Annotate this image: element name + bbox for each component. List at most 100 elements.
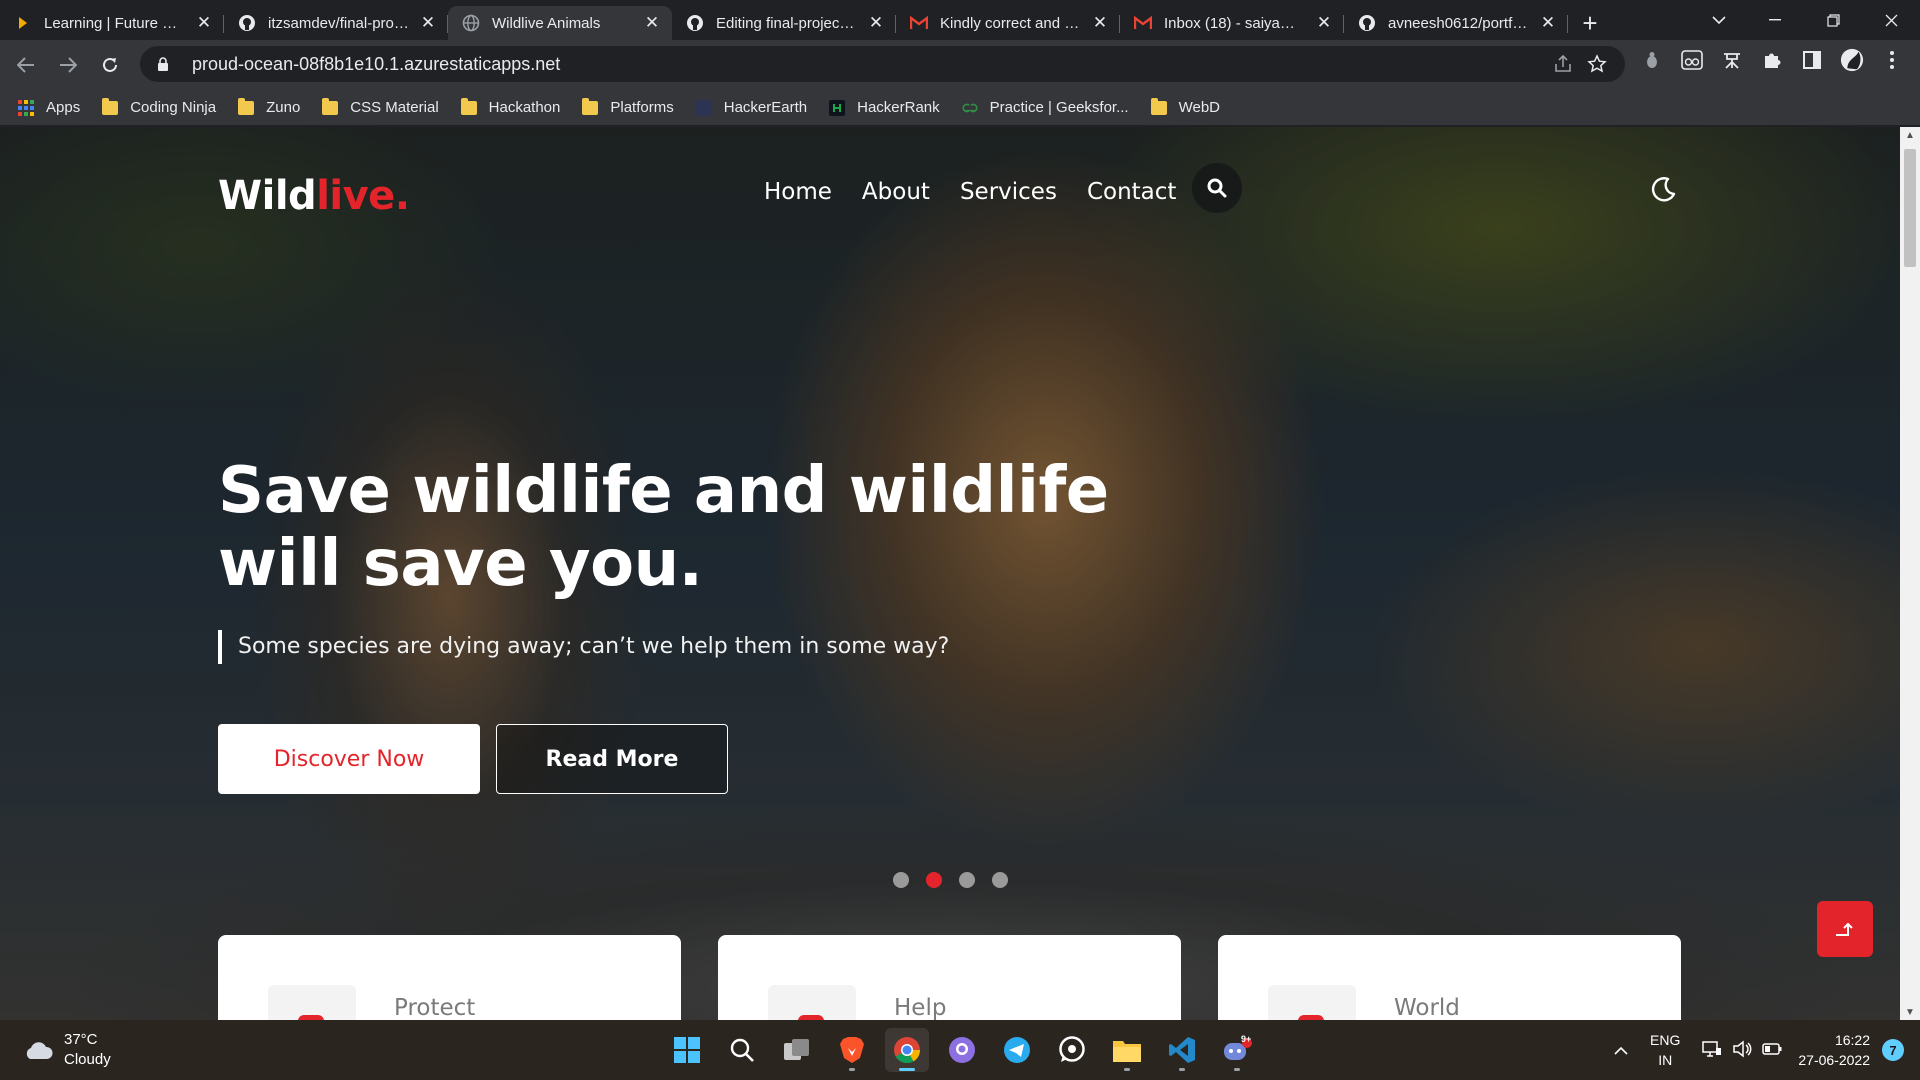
bookmark-apps[interactable]: Apps <box>18 99 80 116</box>
puzzle-extensions-icon[interactable] <box>1760 48 1784 72</box>
slider-dot[interactable] <box>992 872 1008 888</box>
bookmark-label: HackerEarth <box>723 99 808 116</box>
close-icon[interactable]: ✕ <box>1538 13 1558 33</box>
close-icon[interactable]: ✕ <box>194 13 214 33</box>
close-icon[interactable]: ✕ <box>866 13 886 33</box>
lock-icon[interactable] <box>156 56 172 72</box>
github-desktop-icon[interactable] <box>940 1028 984 1072</box>
discord-badge: 9+ <box>1241 1034 1252 1044</box>
card-title: Protect <box>394 995 476 1020</box>
slider-dot-active[interactable] <box>926 872 942 888</box>
browser-tab[interactable]: Inbox (18) - saiyam.03 ✕ <box>1120 6 1344 40</box>
bookmark-folder[interactable]: CSS Material <box>322 97 439 116</box>
battery-icon[interactable] <box>1762 1042 1782 1058</box>
hero-headline: Save wildlife and wildlife will save you… <box>218 455 1118 601</box>
task-view-icon[interactable] <box>775 1028 819 1072</box>
browser-tab[interactable]: Kindly correct and resubmit ✕ <box>896 6 1120 40</box>
bookmark-link[interactable]: Practice | Geeksfor... <box>962 99 1129 116</box>
volume-icon[interactable] <box>1732 1039 1752 1061</box>
extension-icon[interactable] <box>1680 48 1704 72</box>
feature-card-help[interactable]: Help <box>718 935 1181 1020</box>
future-ready-icon <box>14 14 32 32</box>
whatsapp-icon[interactable] <box>1050 1028 1094 1072</box>
bookmark-folder[interactable]: Platforms <box>582 97 674 116</box>
input-language[interactable]: ENG IN <box>1650 1030 1680 1070</box>
bookmark-folder[interactable]: WebD <box>1150 97 1220 116</box>
start-icon[interactable] <box>665 1028 709 1072</box>
feature-card-protect[interactable]: Protect <box>218 935 681 1020</box>
bookmark-link[interactable]: HackerEarth <box>695 99 808 116</box>
bookmark-star-icon[interactable] <box>1587 54 1607 79</box>
clock-date: 27-06-2022 <box>1798 1052 1870 1068</box>
scroll-up-arrow-icon[interactable]: ▲ <box>1900 127 1920 143</box>
side-panel-icon[interactable] <box>1800 48 1824 72</box>
browser-tab[interactable]: Learning | Future Ready ✕ <box>0 6 224 40</box>
slider-dot[interactable] <box>959 872 975 888</box>
browser-tab[interactable]: Editing final-project/README ✕ <box>672 6 896 40</box>
search-icon[interactable] <box>720 1028 764 1072</box>
slider-dot[interactable] <box>893 872 909 888</box>
scroll-down-arrow-icon[interactable]: ▼ <box>1900 1004 1920 1020</box>
browser-tab[interactable]: avneesh0612/portfolio ✕ <box>1344 6 1568 40</box>
taskbar-apps: 9+ <box>665 1028 1259 1072</box>
scrollbar-thumb[interactable] <box>1904 149 1916 267</box>
extension-icon[interactable] <box>1720 48 1744 72</box>
close-window-icon[interactable] <box>1862 0 1920 40</box>
nav-services[interactable]: Services <box>960 179 1057 205</box>
cloud-icon <box>26 1042 53 1059</box>
apps-grid-icon <box>18 99 34 116</box>
telegram-icon[interactable] <box>995 1028 1039 1072</box>
bookmark-folder[interactable]: Zuno <box>238 97 300 116</box>
nav-about[interactable]: About <box>862 179 930 205</box>
network-icon[interactable] <box>1702 1040 1722 1061</box>
share-icon[interactable] <box>1553 54 1573 79</box>
bookmark-folder[interactable]: Coding Ninja <box>102 97 216 116</box>
back-arrow-icon[interactable] <box>6 45 46 85</box>
card-title: Help <box>894 995 947 1020</box>
hackerrank-icon <box>829 99 846 116</box>
restore-icon[interactable] <box>1804 0 1862 40</box>
close-icon[interactable]: ✕ <box>642 13 662 33</box>
nav-home[interactable]: Home <box>764 179 832 205</box>
search-button[interactable] <box>1192 163 1242 213</box>
chevron-up-icon[interactable] <box>1614 1042 1628 1058</box>
browser-tab-active[interactable]: Wildlive Animals ✕ <box>448 6 672 40</box>
close-icon[interactable]: ✕ <box>1090 13 1110 33</box>
bookmark-link[interactable]: HackerRank <box>829 99 940 116</box>
minimize-icon[interactable] <box>1746 0 1804 40</box>
new-tab-button[interactable]: + <box>1572 6 1608 40</box>
close-icon[interactable]: ✕ <box>1314 13 1334 33</box>
profile-avatar[interactable] <box>1840 48 1864 72</box>
read-more-button[interactable]: Read More <box>496 724 728 794</box>
hero-section: Wildlive. Home About Services Contact Sa… <box>0 127 1900 1020</box>
geeksforgeeks-icon <box>962 100 978 116</box>
notification-badge[interactable]: 7 <box>1882 1039 1904 1061</box>
discover-now-button[interactable]: Discover Now <box>218 724 480 794</box>
file-explorer-icon[interactable] <box>1105 1028 1149 1072</box>
address-bar[interactable]: proud-ocean-08f8b1e10.1.azurestaticapps.… <box>140 46 1625 82</box>
feature-card-world[interactable]: World <box>1218 935 1681 1020</box>
folder-icon <box>238 97 255 115</box>
forward-arrow-icon[interactable] <box>48 45 88 85</box>
scroll-to-top-button[interactable] <box>1817 901 1873 957</box>
brave-icon[interactable] <box>830 1028 874 1072</box>
page-scrollbar[interactable]: ▲ ▼ <box>1900 127 1920 1020</box>
tab-search-chevron-icon[interactable] <box>1702 0 1736 40</box>
browser-tab[interactable]: itzsamdev/final-project ✕ <box>224 6 448 40</box>
close-icon[interactable]: ✕ <box>418 13 438 33</box>
folder-icon <box>102 97 119 115</box>
weather-widget[interactable]: 37°C Cloudy <box>22 1030 111 1070</box>
site-logo[interactable]: Wildlive. <box>218 173 410 219</box>
clock[interactable]: 16:22 27-06-2022 <box>1798 1030 1870 1070</box>
reload-icon[interactable] <box>90 45 130 85</box>
kebab-menu-icon[interactable] <box>1880 48 1904 72</box>
extension-icon[interactable] <box>1640 48 1664 72</box>
nav-contact[interactable]: Contact <box>1087 179 1176 205</box>
discord-icon[interactable]: 9+ <box>1215 1028 1259 1072</box>
dark-mode-moon-icon[interactable] <box>1648 175 1678 205</box>
vscode-icon[interactable] <box>1160 1028 1204 1072</box>
main-nav: Home About Services Contact <box>764 179 1176 205</box>
url-text[interactable]: proud-ocean-08f8b1e10.1.azurestaticapps.… <box>192 54 560 75</box>
bookmark-folder[interactable]: Hackathon <box>460 97 560 116</box>
chrome-icon[interactable] <box>885 1028 929 1072</box>
